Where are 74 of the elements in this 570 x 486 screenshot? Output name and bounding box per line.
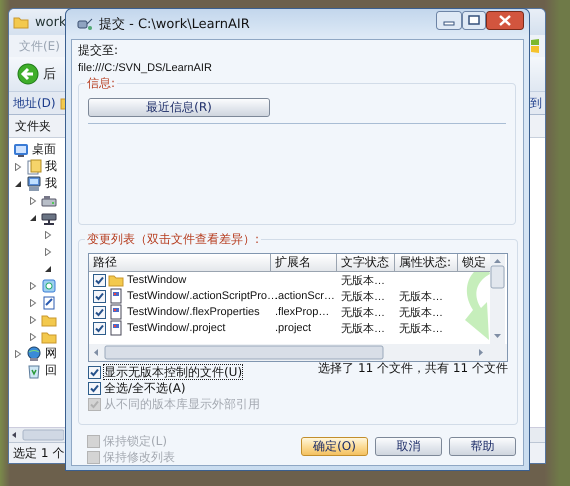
collapsed-arrow-icon[interactable] [44, 248, 52, 256]
device-icon [41, 294, 57, 310]
tree-item[interactable]: 我 [45, 175, 57, 192]
collapsed-arrow-icon[interactable] [29, 316, 37, 324]
collapsed-arrow-icon[interactable] [29, 298, 37, 306]
tree-item[interactable]: 我 [45, 158, 57, 175]
checkbox-label[interactable]: 全选/全不选(A) [104, 381, 186, 395]
window-title: 提交 - C:\work\LearnAIR [99, 16, 251, 33]
collapsed-arrow-icon[interactable] [14, 350, 22, 358]
document-icon [26, 158, 42, 174]
file-path[interactable]: TestWindow/.actionScriptPro… [126, 290, 278, 302]
group-title: 信息: [85, 76, 118, 90]
file-list[interactable]: 路径 扩展名 文字状态 属性状态: 锁定 TestWindow 无版本… TestWindow/.actionScriptPro….actionScr… 无版本… 无版本… TestWindow/.flexProperties .flexProp… 无版本… 无版本… TestWindow/.project .project 无版本… 无版本… [88, 253, 508, 362]
group-title: 变更列表（双击文件查看差异）: [85, 232, 262, 246]
file-icon [108, 288, 124, 304]
minimize-button[interactable] [436, 11, 462, 30]
go-button[interactable]: 到 [530, 94, 542, 112]
checkbox[interactable] [93, 306, 106, 318]
column-header[interactable]: 文字状态 [337, 254, 395, 271]
collapsed-arrow-icon[interactable] [29, 332, 37, 340]
window-title: work [35, 14, 66, 30]
file-path[interactable]: TestWindow/.project [126, 322, 226, 334]
horizontal-scrollbar[interactable] [89, 344, 507, 361]
collapsed-arrow-icon[interactable] [14, 162, 22, 170]
file-path[interactable]: TestWindow [126, 274, 186, 286]
dialog-button[interactable]: 确定(O) [301, 437, 368, 456]
recycle-bin-icon [26, 362, 42, 378]
table-cell-text: .project [274, 322, 312, 334]
checkbox[interactable] [93, 274, 106, 286]
maximize-button[interactable] [462, 11, 486, 30]
column-header[interactable]: 路径 [89, 254, 271, 271]
table-cell-text: 无版本… [398, 290, 444, 304]
commit-to-label: 提交至: [78, 42, 120, 59]
selection-summary: 选择了 11 个文件，共有 11 个文件 [318, 360, 508, 377]
back-button[interactable]: 后 [17, 63, 56, 85]
control-panel-icon [41, 278, 57, 294]
windows-flag-icon [531, 39, 539, 53]
dialog-button[interactable]: 帮助 [449, 437, 516, 456]
table-cell-text: 无版本… [398, 306, 444, 320]
repository-url: file:///C:/SVN_DS/LearnAIR [78, 60, 213, 76]
table-cell-text: 无版本… [340, 306, 386, 320]
checkbox-label[interactable]: 显示无版本控制的文件(U) [104, 365, 242, 379]
checkbox[interactable] [88, 366, 101, 378]
collapsed-arrow-icon[interactable] [44, 230, 52, 238]
file-icon [108, 320, 124, 336]
expanded-arrow-icon[interactable] [14, 180, 22, 188]
table-cell-text: 无版本… [340, 274, 386, 288]
collapsed-arrow-icon[interactable] [29, 196, 37, 204]
collapsed-arrow-icon[interactable] [29, 282, 37, 290]
satellite-icon [75, 16, 93, 32]
computer-icon [26, 176, 42, 192]
table-cell-text: 无版本… [340, 322, 386, 336]
address-label: 地址(D) [13, 94, 56, 112]
tree-item[interactable]: 回 [45, 362, 57, 379]
close-button[interactable] [486, 11, 524, 30]
checkbox[interactable] [93, 290, 106, 302]
table-cell-text: .flexProp… [274, 306, 330, 318]
desktop-icon [13, 142, 29, 158]
dialog-button[interactable]: 取消 [375, 437, 442, 456]
vertical-scrollbar[interactable] [490, 254, 505, 344]
expanded-arrow-icon[interactable] [44, 264, 52, 272]
tree-item[interactable]: 网 [45, 345, 57, 362]
column-header[interactable]: 扩展名 [271, 254, 337, 271]
expanded-arrow-icon[interactable] [29, 214, 37, 222]
column-header[interactable]: 属性状态: [395, 254, 458, 271]
globe-icon [26, 346, 42, 362]
file-path[interactable]: TestWindow/.flexProperties [126, 306, 260, 318]
checkbox[interactable] [88, 382, 101, 394]
table-cell-text: 无版本… [398, 322, 444, 336]
table-cell-text: 无版本… [340, 290, 386, 304]
file-icon [108, 304, 124, 320]
recent-messages-button[interactable]: 最近信息(R) [88, 98, 270, 117]
tree-item[interactable]: 桌面 [32, 141, 56, 158]
checkbox[interactable] [93, 322, 106, 334]
